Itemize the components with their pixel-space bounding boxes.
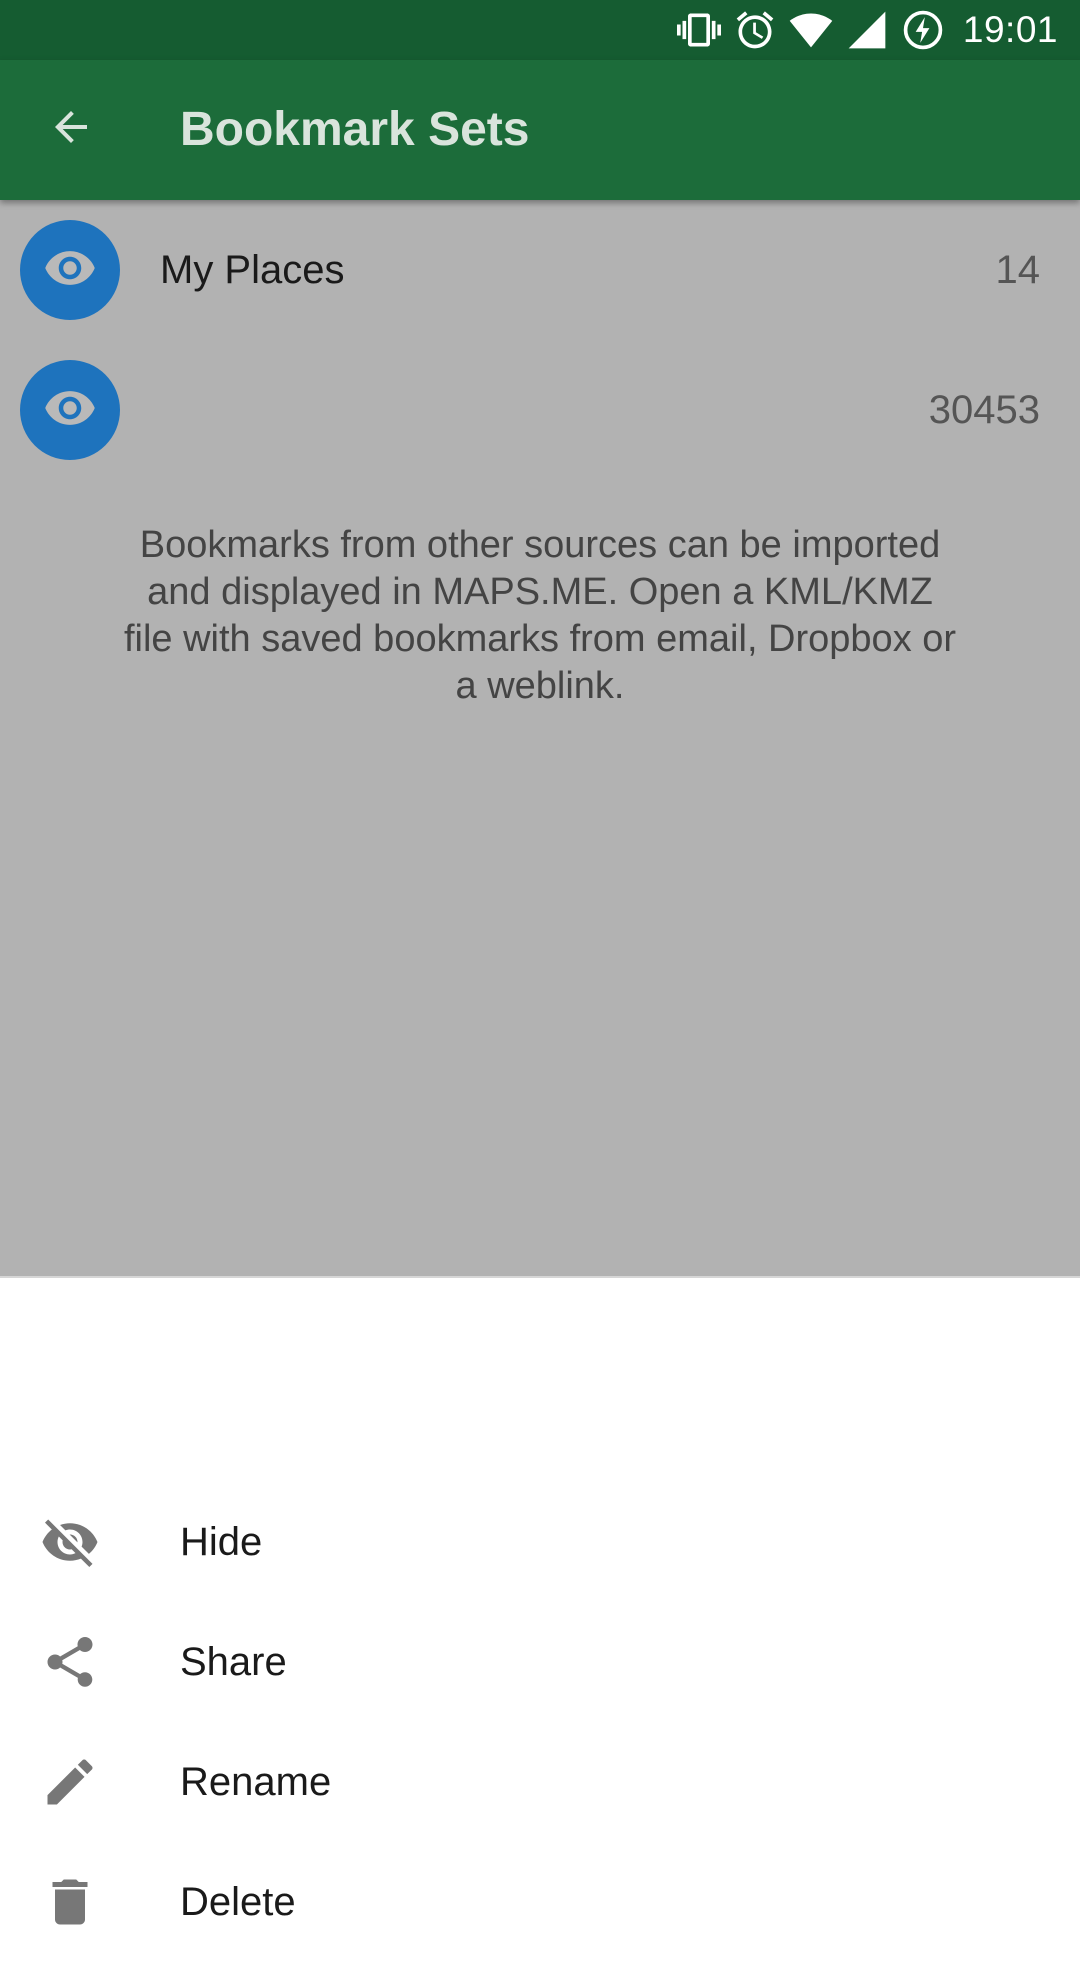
share-icon [40,1632,100,1692]
menu-item-share[interactable]: Share [0,1602,1080,1722]
app-toolbar: Bookmark Sets [0,60,1080,200]
bookmark-set-count: 30453 [928,388,1040,432]
visibility-toggle-button[interactable] [20,360,120,460]
clock-time: 19:01 [962,9,1058,50]
visibility-toggle-button[interactable] [20,220,120,320]
menu-item-rename[interactable]: Rename [0,1722,1080,1842]
back-button[interactable] [36,94,106,164]
battery-charging-icon [901,8,945,52]
alarm-icon [733,8,777,52]
bookmark-set-count: 14 [995,248,1041,292]
menu-item-label: Hide [180,1520,263,1564]
menu-item-label: Rename [180,1760,332,1804]
wifi-icon [789,8,833,52]
signal-icon [845,8,889,52]
arrow-back-icon [47,103,95,156]
trash-icon [40,1872,100,1932]
menu-item-label: Delete [180,1880,296,1924]
pencil-icon [40,1752,100,1812]
bookmark-set-name: My Places [160,248,345,292]
import-help-text: Bookmarks from other sources can be impo… [123,524,957,707]
eye-icon [43,241,97,300]
menu-item-delete[interactable]: Delete [0,1842,1080,1962]
bookmark-set-row[interactable]: 30453 [0,340,1080,480]
page-title: Bookmark Sets [180,103,530,156]
bookmark-set-row[interactable]: My Places 14 [0,200,1080,340]
vibrate-icon [676,8,721,52]
bottom-sheet-menu: Hide Share Rename Delete [0,1276,1080,1925]
menu-item-hide[interactable]: Hide [0,1482,1080,1602]
status-bar: 19:01 [0,0,1080,60]
menu-item-label: Share [180,1640,287,1684]
eye-off-icon [40,1512,100,1572]
bookmark-sets-list: My Places 14 30453 Bookmarks from other … [0,200,1080,1276]
eye-icon [43,381,97,440]
